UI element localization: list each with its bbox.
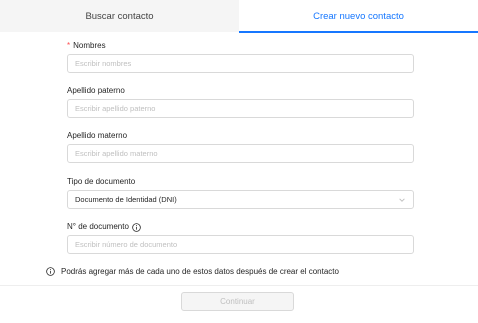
field-label: Tipo de documento	[67, 176, 414, 188]
numero-documento-input[interactable]: Escribir número de documento	[67, 235, 414, 254]
field-label: Apellido paterno	[67, 85, 414, 97]
continue-button-label: Continuar	[220, 297, 255, 306]
info-note: Podrás agregar más de cada uno de estos …	[46, 265, 339, 277]
numero-documento-placeholder: Escribir número de documento	[75, 240, 178, 249]
apellido-paterno-input[interactable]: Escribir apellido paterno	[67, 99, 414, 118]
nombres-input[interactable]: Escribir nombres	[67, 54, 414, 73]
tab-buscar-contacto[interactable]: Buscar contacto	[0, 0, 239, 32]
nombres-placeholder: Escribir nombres	[75, 59, 132, 68]
tipo-documento-value: Documento de Identidad (DNI)	[75, 195, 177, 204]
tab-label: Buscar contacto	[85, 10, 154, 22]
field-tipo-documento: Tipo de documento Documento de Identidad…	[67, 176, 414, 209]
apellido-paterno-placeholder: Escribir apellido paterno	[75, 104, 156, 113]
tab-label: Crear nuevo contacto	[313, 10, 404, 22]
continue-button[interactable]: Continuar	[181, 292, 294, 311]
apellido-materno-input[interactable]: Escribir apellido materno	[67, 144, 414, 163]
field-apellido-materno: Apellido materno Escribir apellido mater…	[67, 130, 414, 163]
field-label: N° de documento	[67, 221, 414, 233]
info-icon	[46, 266, 55, 276]
apellido-paterno-label: Apellido paterno	[67, 86, 125, 95]
tab-bar: Buscar contacto Crear nuevo contacto	[0, 0, 478, 33]
required-asterisk: *	[67, 41, 71, 50]
field-label: * Nombres	[67, 40, 414, 52]
nombres-label: Nombres	[73, 41, 106, 50]
field-label: Apellido materno	[67, 130, 414, 142]
field-nombres: * Nombres Escribir nombres	[67, 40, 414, 73]
field-apellido-paterno: Apellido paterno Escribir apellido pater…	[67, 85, 414, 118]
chevron-down-icon	[399, 197, 405, 202]
info-note-text: Podrás agregar más de cada uno de estos …	[61, 266, 339, 276]
apellido-materno-placeholder: Escribir apellido materno	[75, 149, 158, 158]
tab-crear-nuevo-contacto[interactable]: Crear nuevo contacto	[239, 0, 478, 33]
info-icon[interactable]	[132, 222, 141, 232]
tipo-documento-select[interactable]: Documento de Identidad (DNI)	[67, 190, 414, 209]
apellido-materno-label: Apellido materno	[67, 131, 128, 140]
field-numero-documento: N° de documento Escribir número de docum…	[67, 221, 414, 254]
tipo-documento-label: Tipo de documento	[67, 177, 136, 186]
numero-documento-label: N° de documento	[67, 222, 129, 231]
